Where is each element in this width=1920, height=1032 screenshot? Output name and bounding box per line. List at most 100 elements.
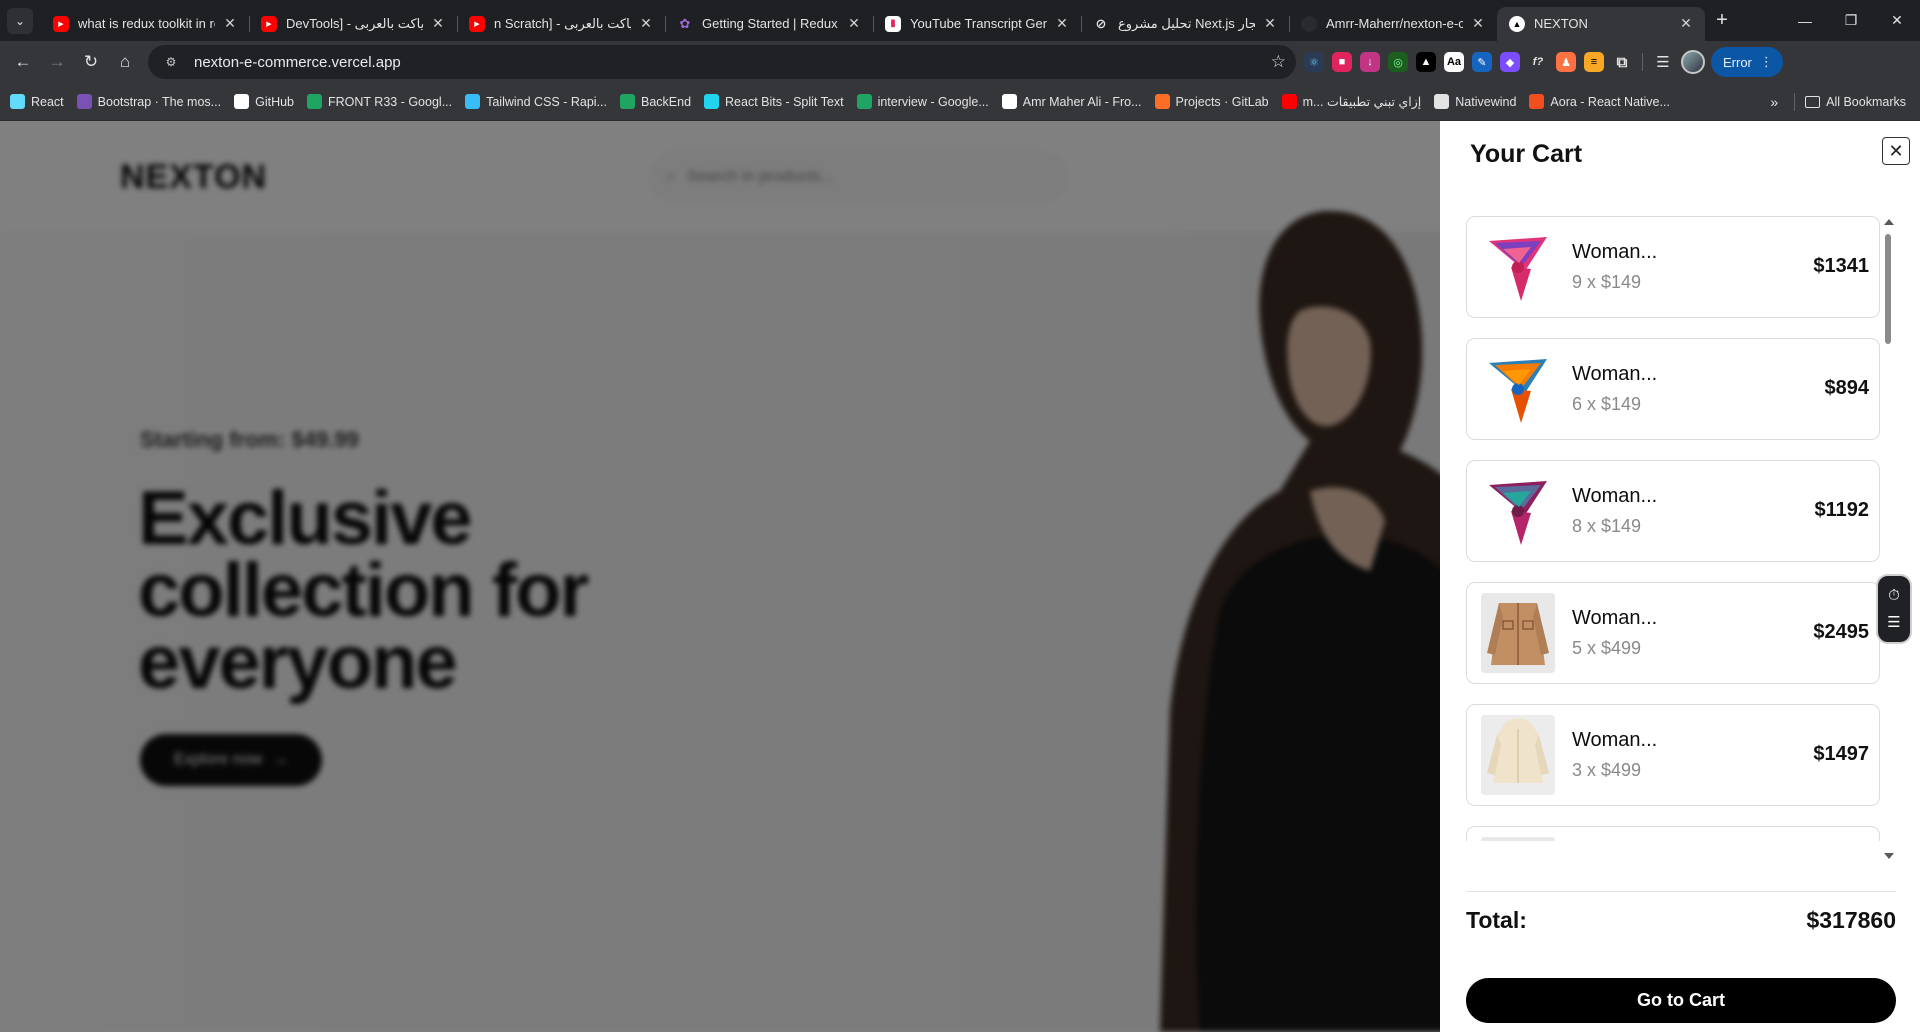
product-image	[1489, 237, 1547, 301]
extension-pen-icon[interactable]: ✎	[1472, 52, 1492, 72]
download-extension-icon[interactable]: ↓	[1360, 52, 1380, 72]
link-icon: ⊘	[1095, 15, 1107, 31]
minimize-button[interactable]: —	[1782, 0, 1828, 41]
bookmark-item[interactable]: React	[10, 94, 64, 109]
cart-items-list[interactable]: Woman... 9 x $149 $1341 Woman... 6 x $149 $89…	[1466, 216, 1880, 841]
reload-button[interactable]: ↻	[74, 45, 108, 79]
close-window-button[interactable]: ✕	[1874, 0, 1920, 41]
cart-item-thumbnail	[1481, 715, 1555, 795]
bookmark-favicon-icon	[234, 94, 250, 109]
browser-tab[interactable]: ⊘ تحليل مشروع Next.js التجار ✕	[1081, 7, 1289, 41]
toolbar-divider	[1642, 53, 1643, 71]
cart-total-value: $317860	[1806, 907, 1896, 933]
extension-purple-icon[interactable]: ◆	[1500, 52, 1520, 72]
bookmark-star-icon[interactable]: ☆	[1271, 52, 1286, 72]
list-icon[interactable]: ☰	[1887, 615, 1900, 630]
window-controls: — ❐ ✕	[1782, 0, 1920, 41]
bookmark-item[interactable]: Aora - React Native...	[1529, 94, 1670, 109]
close-tab-icon[interactable]: ✕	[429, 15, 447, 33]
all-bookmarks-button[interactable]: All Bookmarks	[1805, 95, 1906, 109]
font-extension-icon[interactable]: f?	[1528, 52, 1548, 72]
bookmark-item[interactable]: FRONT R33 - Googl...	[307, 94, 452, 109]
bookmark-item[interactable]: Projects · GitLab	[1154, 94, 1269, 109]
url-text[interactable]: nexton-e-commerce.vercel.app	[194, 54, 1271, 71]
close-tab-icon[interactable]: ✕	[1053, 15, 1071, 33]
bookmarks-overflow-button[interactable]: »	[1770, 94, 1778, 110]
bookmark-item[interactable]: m... إزاي تبني تطبيقات	[1281, 94, 1421, 109]
bookmark-item[interactable]: GitHub	[234, 94, 294, 109]
browser-tab[interactable]: Amrr-Maherr/nexton-e-c ✕	[1289, 7, 1497, 41]
go-to-cart-button[interactable]: Go to Cart	[1466, 978, 1896, 1023]
extensions-puzzle-icon[interactable]: ⧉	[1612, 52, 1632, 72]
cart-drawer: Your Cart ✕ Woman... 9 x $149 $1341 Woman..…	[1440, 121, 1920, 1032]
restore-button[interactable]: ❐	[1828, 0, 1874, 41]
bookmark-label: Tailwind CSS - Rapi...	[486, 94, 607, 109]
bookmark-item[interactable]: Tailwind CSS - Rapi...	[465, 94, 607, 109]
timer-icon[interactable]: ⏱	[1888, 588, 1900, 603]
browser-tab[interactable]: ✿ Getting Started | Redux To ✕	[665, 7, 873, 41]
bookmark-label: Aora - React Native...	[1550, 94, 1670, 109]
bookmark-item[interactable]: Bootstrap · The mos...	[76, 94, 221, 109]
browser-tab[interactable]: ▶ n Scratch] - رياكت بالعربى ✕	[457, 7, 665, 41]
cart-scrollbar[interactable]	[1883, 219, 1894, 859]
kebab-menu-icon: ⋮	[1759, 54, 1773, 69]
bookmark-item[interactable]: interview - Google...	[856, 94, 989, 109]
close-tab-icon[interactable]: ✕	[1677, 15, 1695, 33]
bookmark-favicon-icon	[1154, 94, 1170, 109]
home-button[interactable]: ⌂	[108, 45, 142, 79]
browser-tab[interactable]: ▲ NEXTON ✕	[1497, 6, 1705, 41]
product-image	[1489, 481, 1547, 545]
extension-pink-icon[interactable]: ■	[1332, 52, 1352, 72]
profile-error-chip[interactable]: Error ⋮	[1711, 47, 1783, 77]
back-button[interactable]: ←	[6, 45, 40, 79]
close-icon: ✕	[1888, 140, 1904, 161]
floating-side-widget[interactable]: ⏱ ☰	[1876, 574, 1912, 644]
reading-list-icon[interactable]: ☰	[1653, 52, 1673, 72]
bookmark-favicon-icon	[1281, 94, 1297, 109]
tab-title: n Scratch] - رياكت بالعربى	[494, 15, 631, 31]
close-tab-icon[interactable]: ✕	[1469, 15, 1487, 33]
address-bar[interactable]: ⚙ nexton-e-commerce.vercel.app ☆	[148, 45, 1296, 79]
bookmark-item[interactable]: Amr Maher Ali - Fro...	[1001, 94, 1142, 109]
scroll-down-arrow-icon[interactable]	[1884, 853, 1894, 859]
bookmark-item[interactable]: Nativewind	[1434, 94, 1516, 109]
product-image	[1481, 837, 1555, 841]
web-page: NEXTON ⌕ Search in products... Starting …	[0, 121, 1920, 1032]
browser-tab[interactable]: ▶ DevTools] - رياكت بالعربى ✕	[249, 7, 457, 41]
redux-icon: ✿	[679, 15, 691, 31]
new-tab-button[interactable]: +	[1707, 6, 1737, 36]
close-tab-icon[interactable]: ✕	[221, 15, 239, 33]
site-info-icon[interactable]: ⚙	[160, 51, 182, 73]
extension-orange-icon[interactable]: ♟	[1556, 52, 1576, 72]
bookmark-label: React	[31, 94, 64, 109]
extension-yellow-icon[interactable]: ≡	[1584, 52, 1604, 72]
scrollbar-thumb[interactable]	[1885, 234, 1891, 344]
bookmark-favicon-icon	[1529, 94, 1545, 109]
tab-title: Getting Started | Redux To	[702, 16, 839, 31]
browser-tab[interactable]: ▶ what is redux toolkit in re ✕	[41, 7, 249, 41]
cart-item[interactable]: W...	[1466, 826, 1880, 841]
product-image	[1481, 715, 1555, 795]
cart-item[interactable]: Woman... 8 x $149 $1192	[1466, 460, 1880, 562]
extension-circle-icon[interactable]: ◎	[1388, 52, 1408, 72]
cart-item[interactable]: Woman... 5 x $499 $2495	[1466, 582, 1880, 684]
cart-item[interactable]: Woman... 3 x $499 $1497	[1466, 704, 1880, 806]
cart-item[interactable]: Woman... 6 x $149 $894	[1466, 338, 1880, 440]
close-cart-button[interactable]: ✕	[1882, 137, 1910, 165]
bookmark-favicon-icon	[704, 94, 720, 109]
react-devtools-icon[interactable]: ⚛	[1304, 52, 1324, 72]
close-tab-icon[interactable]: ✕	[637, 15, 655, 33]
cart-item[interactable]: Woman... 9 x $149 $1341	[1466, 216, 1880, 318]
close-tab-icon[interactable]: ✕	[845, 15, 863, 33]
profile-avatar[interactable]	[1681, 50, 1705, 74]
browser-tab[interactable]: ▮ YouTube Transcript Gener ✕	[873, 7, 1081, 41]
close-tab-icon[interactable]: ✕	[1261, 15, 1279, 33]
extension-triangle-icon[interactable]: ▲	[1416, 52, 1436, 72]
tab-title: Amrr-Maherr/nexton-e-c	[1326, 16, 1463, 31]
dictionary-extension-icon[interactable]: Aa	[1444, 52, 1464, 72]
bookmark-item[interactable]: React Bits - Split Text	[704, 94, 844, 109]
tab-search-button[interactable]: ⌄	[7, 7, 33, 34]
scroll-up-arrow-icon[interactable]	[1884, 219, 1894, 225]
forward-button[interactable]: →	[40, 45, 74, 79]
bookmark-item[interactable]: BackEnd	[619, 94, 691, 109]
